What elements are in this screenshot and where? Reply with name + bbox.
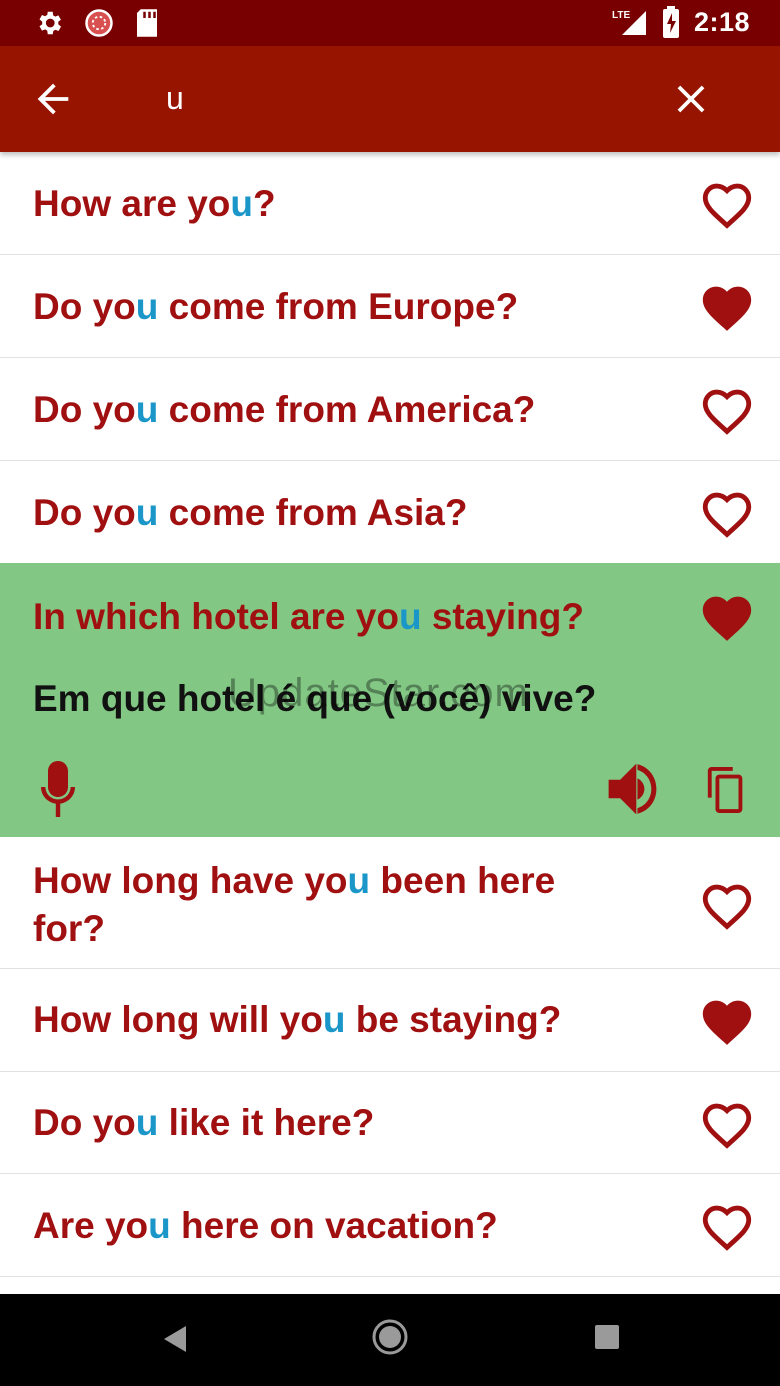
system-nav-bar (0, 1294, 780, 1386)
heart-outline-icon[interactable] (698, 877, 756, 931)
phrase-row[interactable]: How are you? (0, 152, 780, 255)
signal-icon: LTE (612, 10, 646, 35)
status-bar: LTE 2:18 (0, 0, 780, 46)
status-time: 2:18 (693, 6, 750, 37)
search-input[interactable]: u (166, 80, 184, 117)
phrase-text: How long have you been here for? (33, 860, 556, 949)
gear-icon (39, 11, 61, 35)
phrase-list: How are you? Do you come from Europe? Do… (0, 152, 780, 1277)
sync-icon (85, 9, 113, 37)
nav-back-icon[interactable] (160, 1322, 190, 1356)
phrase-text: Do you like it here? (33, 1102, 375, 1143)
heart-filled-icon[interactable] (698, 279, 756, 333)
heart-outline-icon[interactable] (698, 176, 756, 230)
phrase-row[interactable]: How long will you be staying? (0, 969, 780, 1072)
microphone-icon[interactable] (34, 759, 82, 819)
nav-home-icon[interactable] (371, 1318, 409, 1356)
phrase-text: Do you come from Europe? (33, 286, 519, 327)
phrase-text: How long will you be staying? (33, 999, 562, 1040)
speaker-icon[interactable] (604, 761, 664, 817)
heart-outline-icon[interactable] (698, 382, 756, 436)
svg-text:LTE: LTE (612, 10, 630, 21)
phrase-row[interactable]: How long have you been here for? (0, 837, 780, 969)
phrase-text: How are you? (33, 183, 276, 224)
close-icon (677, 85, 705, 113)
phrase-row[interactable]: Do you come from America? (0, 358, 780, 461)
phrase-row[interactable]: Do you come from Europe? (0, 255, 780, 358)
back-button[interactable] (30, 76, 76, 122)
heart-outline-icon[interactable] (698, 1096, 756, 1150)
heart-filled-icon[interactable] (698, 993, 756, 1047)
heart-outline-icon[interactable] (698, 1198, 756, 1252)
phrase-row[interactable]: Do you like it here? (0, 1072, 780, 1174)
phrase-text: Do you come from Asia? (33, 492, 468, 533)
phrase-row-expanded[interactable]: In which hotel are you staying? Em que h… (0, 563, 780, 837)
phrase-row[interactable]: Are you here on vacation? (0, 1174, 780, 1277)
battery-charging-icon (662, 6, 679, 38)
arrow-left-icon (37, 83, 69, 115)
watermark: UpdateStar.com (228, 671, 529, 715)
search-app-bar: u (0, 46, 780, 152)
heart-outline-icon[interactable] (698, 485, 756, 539)
sd-card-icon (137, 9, 157, 37)
clear-search-button[interactable] (668, 76, 714, 122)
phrase-row[interactable]: Do you come from Asia? (0, 461, 780, 563)
nav-recents-icon[interactable] (594, 1324, 620, 1350)
phrase-text: In which hotel are you staying? (33, 596, 584, 637)
phrase-text: Do you come from America? (33, 389, 536, 430)
phrase-text: Are you here on vacation? (33, 1205, 498, 1246)
heart-filled-icon[interactable] (698, 589, 756, 643)
copy-icon[interactable] (704, 765, 750, 815)
